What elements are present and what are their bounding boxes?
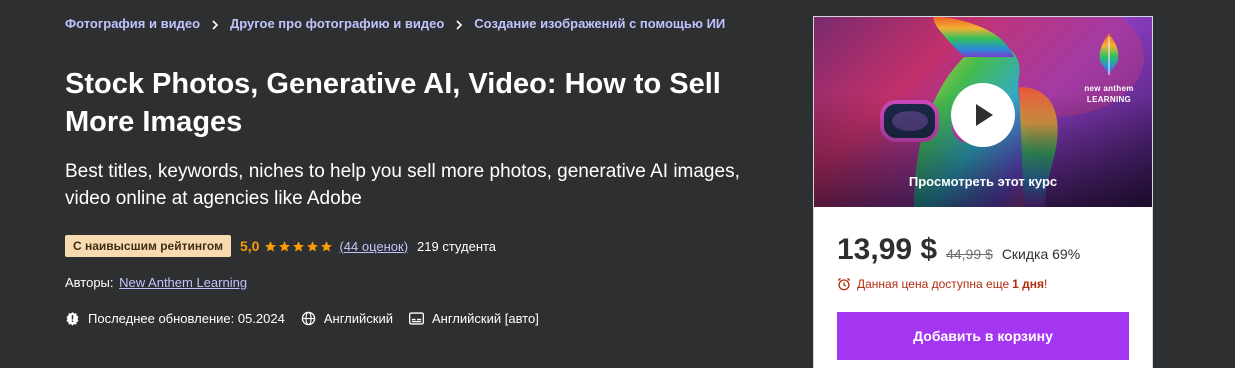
breadcrumb-ai-images[interactable]: Создание изображений с помощью ИИ: [474, 16, 725, 31]
author-link[interactable]: New Anthem Learning: [119, 275, 247, 290]
current-price: 13,99 $: [837, 233, 938, 266]
course-preview[interactable]: new anthem LEARNING Просмотреть этот кур…: [814, 17, 1152, 207]
preview-label: Просмотреть этот курс: [908, 174, 1058, 189]
course-subtitle: Best titles, keywords, niches to help yo…: [65, 161, 740, 209]
captions-icon: [408, 312, 424, 325]
star-icon: [307, 240, 319, 251]
update-alert-icon: [66, 311, 79, 326]
captions: Английский [авто]: [408, 311, 539, 326]
discount-label: Скидка 69%: [1001, 246, 1081, 262]
star-icon: [279, 240, 291, 251]
star-icon: [321, 240, 333, 251]
add-to-cart-button[interactable]: Добавить в корзину: [837, 312, 1129, 360]
feather-logo-icon: [1099, 33, 1119, 75]
breadcrumb: Фотография и видео Другое про фотографию…: [65, 16, 725, 31]
students-count: 219 студента: [417, 238, 497, 254]
rating-value: 5,0: [239, 238, 260, 254]
timer-duration: 1 дня: [1012, 277, 1045, 291]
language: Английский: [301, 311, 393, 326]
star-icon: [293, 240, 305, 251]
captions-text: Английский [авто]: [431, 311, 539, 326]
chevron-right-icon: [455, 17, 463, 31]
last-updated: Последнее обновление: 05.2024: [65, 311, 285, 326]
price-row: 13,99 $ 44,99 $ Скидка 69%: [837, 233, 1080, 267]
alarm-clock-icon: [837, 277, 851, 291]
timer-text: Данная цена доступна еще: [857, 277, 1010, 291]
authors-label: Авторы:: [65, 275, 114, 290]
star-icon: [265, 240, 277, 251]
meta-row: Последнее обновление: 05.2024 Английский…: [65, 311, 555, 326]
price-timer: Данная цена доступна еще 1 дня!: [837, 277, 1047, 291]
last-updated-text: Последнее обновление: 05.2024: [88, 311, 285, 326]
original-price: 44,99 $: [946, 246, 993, 262]
top-rated-badge: С наивысшим рейтингом: [65, 235, 231, 257]
star-rating: [264, 240, 334, 253]
timer-end: !: [1044, 277, 1048, 291]
play-button[interactable]: [951, 83, 1015, 147]
language-text: Английский: [323, 311, 393, 326]
globe-icon: [301, 311, 316, 326]
breadcrumb-photo-video[interactable]: Фотография и видео: [65, 16, 200, 31]
chevron-right-icon: [211, 17, 219, 31]
play-icon: [976, 104, 993, 126]
brand-text-2: LEARNING: [1086, 95, 1132, 104]
brand-text-1: new anthem: [1084, 84, 1134, 93]
breadcrumb-other-photo[interactable]: Другое про фотографию и видео: [230, 16, 444, 31]
course-title: Stock Photos, Generative AI, Video: How …: [65, 68, 721, 138]
brand-logo: new anthem LEARNING: [1084, 31, 1134, 104]
purchase-card: new anthem LEARNING Просмотреть этот кур…: [813, 16, 1153, 368]
rating-row: С наивысшим рейтингом 5,0 (44 оценок) 21…: [65, 235, 496, 257]
reviews-link[interactable]: (44 оценок): [339, 239, 408, 254]
authors: Авторы: New Anthem Learning: [65, 275, 247, 290]
